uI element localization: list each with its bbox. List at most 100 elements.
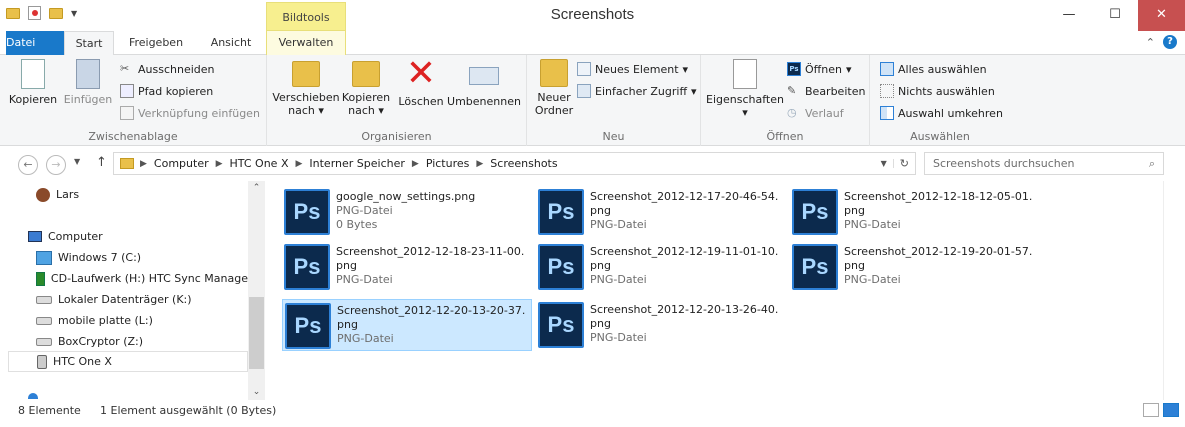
nav-scrollbar-thumb[interactable] xyxy=(249,297,264,369)
delete-icon: ✕ xyxy=(405,53,437,94)
breadcrumb-htc-one-x[interactable]: HTC One X xyxy=(225,157,294,170)
nav-item-htc-one-x[interactable]: HTC One X xyxy=(8,351,248,372)
rename-button[interactable]: Umbenennen xyxy=(447,59,521,108)
address-dropdown-icon[interactable]: ▼ xyxy=(875,159,894,168)
file-name: Screenshot_2012-12-19-20-01-57.png xyxy=(844,245,1033,272)
history-button[interactable]: ◷ Verlauf xyxy=(787,104,844,122)
tab-share[interactable]: Freigeben xyxy=(118,31,194,55)
copy-to-button[interactable]: Kopieren nach ▾ xyxy=(339,59,393,117)
tab-view[interactable]: Ansicht xyxy=(196,31,266,55)
photoshop-file-icon: Ps xyxy=(284,189,330,235)
group-label-select: Auswählen xyxy=(910,130,970,143)
breadcrumb-screenshots[interactable]: Screenshots xyxy=(485,157,562,170)
ribbon-tabs: Datei Start Freigeben Ansicht Verwalten xyxy=(0,31,1185,83)
breadcrumb-computer[interactable]: Computer xyxy=(149,157,214,170)
breadcrumb-pictures[interactable]: Pictures xyxy=(421,157,475,170)
folder-icon xyxy=(120,158,134,169)
file-type: PNG-Datei xyxy=(337,332,394,345)
file-name: google_now_settings.png xyxy=(336,190,476,203)
up-button[interactable]: ↑ xyxy=(96,155,107,170)
file-name: Screenshot_2012-12-19-11-01-10.png xyxy=(590,245,779,272)
nav-item-drive-l[interactable]: mobile platte (L:) xyxy=(36,310,248,331)
address-bar[interactable]: ▶ Computer ▶ HTC One X ▶ Interner Speich… xyxy=(113,152,916,175)
tab-start[interactable]: Start xyxy=(64,31,114,56)
properties-icon[interactable] xyxy=(28,6,41,20)
item-count: 8 Elemente xyxy=(18,404,81,417)
move-folder-icon xyxy=(292,61,320,87)
forward-button[interactable]: → xyxy=(46,155,66,175)
file-type: PNG-Datei xyxy=(336,204,393,217)
recent-dropdown-icon[interactable]: ▼ xyxy=(74,157,80,166)
nav-item-drive-h[interactable]: CD-Laufwerk (H:) HTC Sync Manage xyxy=(36,268,248,289)
open-button[interactable]: Ps Öffnen ▾ xyxy=(787,60,851,78)
select-none-icon xyxy=(880,84,894,98)
file-type: PNG-Datei xyxy=(336,273,393,286)
group-label-clipboard: Zwischenablage xyxy=(88,130,178,143)
qat-dropdown-icon[interactable]: ▼ xyxy=(71,9,77,18)
copy-path-icon xyxy=(120,84,134,98)
nav-item-computer[interactable]: Computer xyxy=(28,226,103,247)
refresh-icon[interactable]: ↻ xyxy=(894,157,915,170)
scroll-down-icon[interactable]: ⌄ xyxy=(248,387,265,397)
ribbon: Kopieren Einfügen ✂ Ausschneiden Pfad ko… xyxy=(0,55,1185,146)
nav-item-drive-c[interactable]: Windows 7 (C:) xyxy=(36,247,248,268)
new-item-button[interactable]: Neues Element ▾ xyxy=(577,60,688,78)
content-scrollbar[interactable] xyxy=(1163,181,1185,400)
tiles-view-icon[interactable] xyxy=(1163,403,1179,417)
scroll-up-icon[interactable]: ⌃ xyxy=(248,183,265,193)
maximize-button[interactable]: ☐ xyxy=(1092,0,1138,31)
breadcrumb-internal-storage[interactable]: Interner Speicher xyxy=(304,157,409,170)
easy-access-button[interactable]: Einfacher Zugriff ▾ xyxy=(577,82,697,100)
delete-button[interactable]: ✕ Löschen xyxy=(397,53,445,109)
copy-icon xyxy=(21,59,45,89)
properties-button[interactable]: Eigenschaften ▾ xyxy=(705,59,785,119)
back-button[interactable]: ← xyxy=(18,155,38,175)
breadcrumb-separator[interactable]: ▶ xyxy=(474,159,485,169)
search-input[interactable]: Screenshots durchsuchen ⌕ xyxy=(924,152,1164,175)
move-to-button[interactable]: Verschieben nach ▾ xyxy=(271,59,341,117)
copy-button[interactable]: Kopieren xyxy=(8,59,58,106)
group-label-new: Neu xyxy=(602,130,625,143)
nav-item-drive-k[interactable]: Lokaler Datenträger (K:) xyxy=(36,289,248,310)
edit-button[interactable]: ✎ Bearbeiten xyxy=(787,82,865,100)
breadcrumb-separator[interactable]: ▶ xyxy=(214,159,225,169)
nav-item-user[interactable]: Lars xyxy=(36,184,79,205)
group-organize: Verschieben nach ▾ Kopieren nach ▾ ✕ Lös… xyxy=(267,55,527,146)
file-name: Screenshot_2012-12-18-23-11-00.png xyxy=(336,245,525,272)
breadcrumb-separator[interactable]: ▶ xyxy=(410,159,421,169)
cut-button[interactable]: ✂ Ausschneiden xyxy=(120,60,215,78)
details-view-icon[interactable] xyxy=(1143,403,1159,417)
invert-selection-button[interactable]: Auswahl umkehren xyxy=(880,104,1003,122)
status-bar: 8 Elemente 1 Element ausgewählt (0 Bytes… xyxy=(0,400,1185,427)
copy-path-button[interactable]: Pfad kopieren xyxy=(120,82,213,100)
htc-sync-icon xyxy=(36,271,45,286)
file-item[interactable]: Ps Screenshot_2012-12-19-20-01-57.png PN… xyxy=(790,241,1040,293)
help-icon[interactable]: ? xyxy=(1163,35,1177,49)
collapse-ribbon-icon[interactable]: ⌃ xyxy=(1146,36,1155,49)
file-item[interactable]: Ps Screenshot_2012-12-18-23-11-00.png PN… xyxy=(282,241,532,293)
file-item[interactable]: Ps Screenshot_2012-12-17-20-46-54.png PN… xyxy=(536,186,786,238)
file-item[interactable]: Ps google_now_settings.png PNG-Datei 0 B… xyxy=(282,186,532,238)
tab-manage[interactable]: Verwalten xyxy=(266,31,346,55)
new-folder-button[interactable]: Neuer Ordner xyxy=(531,59,577,117)
file-item[interactable]: Ps Screenshot_2012-12-20-13-26-40.png PN… xyxy=(536,299,786,351)
group-new: Neuer Ordner Neues Element ▾ Einfacher Z… xyxy=(527,55,701,146)
search-icon: ⌕ xyxy=(1148,157,1155,170)
paste-button[interactable]: Einfügen xyxy=(62,59,114,106)
paste-shortcut-button[interactable]: Verknüpfung einfügen xyxy=(120,104,260,122)
breadcrumb-separator[interactable]: ▶ xyxy=(138,159,149,169)
photoshop-file-icon: Ps xyxy=(792,189,838,235)
minimize-button[interactable]: — xyxy=(1046,0,1092,31)
new-folder-icon[interactable] xyxy=(49,7,63,19)
file-type: PNG-Datei xyxy=(590,331,647,344)
select-all-button[interactable]: Alles auswählen xyxy=(880,60,987,78)
folder-icon[interactable] xyxy=(6,7,20,19)
address-area: ← → ▼ ↑ ▶ Computer ▶ HTC One X ▶ Interne… xyxy=(0,147,1185,181)
select-none-button[interactable]: Nichts auswählen xyxy=(880,82,995,100)
file-item-selected[interactable]: Ps Screenshot_2012-12-20-13-20-37.png PN… xyxy=(282,299,532,351)
file-item[interactable]: Ps Screenshot_2012-12-18-12-05-01.png PN… xyxy=(790,186,1040,238)
nav-item-drive-z[interactable]: BoxCryptor (Z:) xyxy=(36,331,248,352)
file-item[interactable]: Ps Screenshot_2012-12-19-11-01-10.png PN… xyxy=(536,241,786,293)
close-button[interactable]: ✕ xyxy=(1138,0,1185,31)
breadcrumb-separator[interactable]: ▶ xyxy=(293,159,304,169)
